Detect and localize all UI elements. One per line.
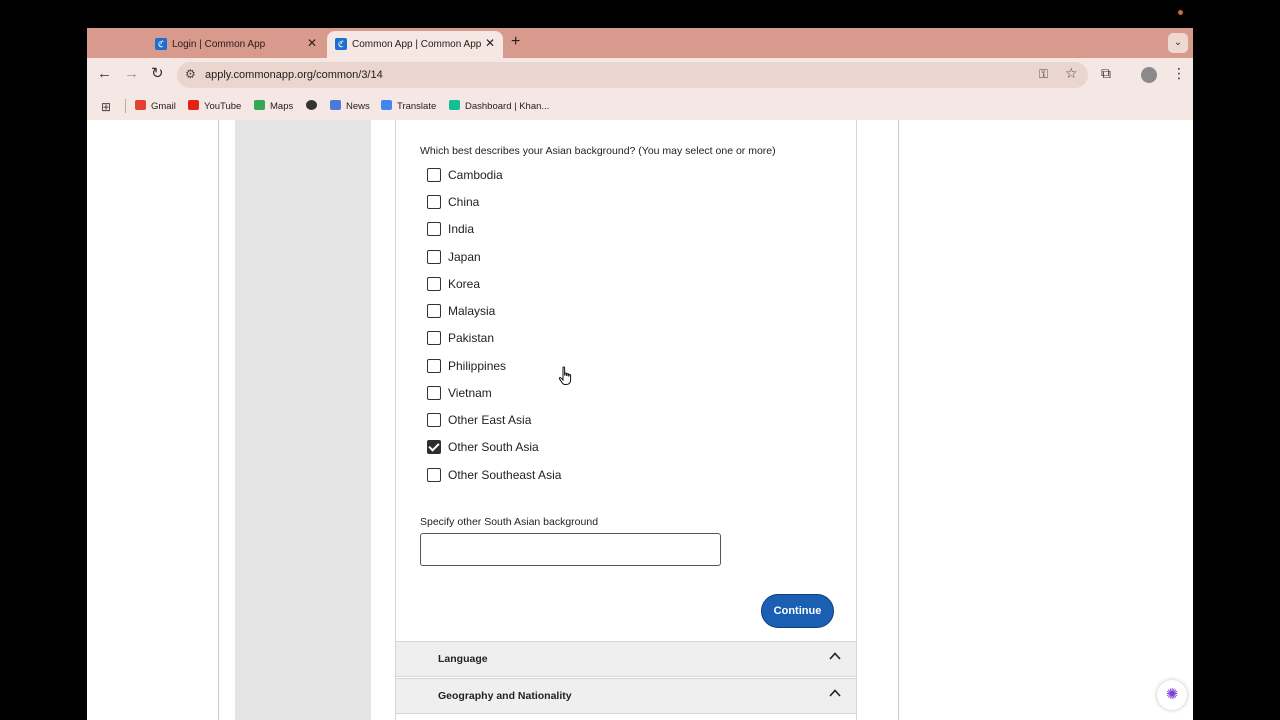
browser-toolbar: ← → ↻ ⚙ apply.commonapp.org/common/3/14 …: [87, 58, 1193, 92]
bookmarks-divider: [125, 99, 126, 113]
checkbox-unchecked[interactable]: [427, 468, 441, 482]
common-app-favicon-icon: ℭ: [155, 38, 167, 50]
youtube-icon: [188, 100, 199, 110]
checkbox-label[interactable]: Japan: [448, 250, 481, 264]
checkbox-checked[interactable]: [427, 440, 441, 454]
chevron-up-icon[interactable]: [829, 650, 841, 662]
checkbox-label[interactable]: Other South Asia: [448, 440, 539, 454]
checkbox-label[interactable]: Vietnam: [448, 386, 492, 400]
specify-label: Specify other South Asian background: [420, 516, 599, 528]
checkbox-unchecked[interactable]: [427, 195, 441, 209]
url-text[interactable]: apply.commonapp.org/common/3/14: [205, 69, 383, 81]
assistant-brain-icon[interactable]: ✺: [1157, 680, 1187, 710]
left-panel: [235, 120, 371, 720]
bookmark-khan[interactable]: Dashboard | Khan...: [449, 100, 549, 112]
tab-strip: ℭ Login | Common App ✕ ℭ Common App | Co…: [87, 28, 1193, 58]
checkbox-unchecked[interactable]: [427, 250, 441, 264]
form-card: Which best describes your Asian backgrou…: [395, 120, 857, 720]
chevron-up-icon[interactable]: [829, 687, 841, 699]
translate-icon: [381, 100, 392, 110]
checkbox-label[interactable]: India: [448, 222, 474, 236]
bookmark-label: YouTube: [204, 101, 242, 112]
close-tab-icon[interactable]: ✕: [307, 37, 317, 50]
password-key-icon[interactable]: ⚿: [1039, 67, 1048, 82]
checkbox-label[interactable]: Philippines: [448, 359, 506, 373]
checkbox-unchecked[interactable]: [427, 222, 441, 236]
khan-academy-icon: [449, 100, 460, 110]
reload-icon[interactable]: ↻: [151, 66, 164, 82]
browser-window: ℭ Login | Common App ✕ ℭ Common App | Co…: [87, 28, 1193, 720]
bookmark-maps[interactable]: Maps: [254, 100, 293, 112]
menu-kebab-icon[interactable]: ⋮: [1172, 65, 1186, 82]
maps-icon: [254, 100, 265, 110]
checkbox-label[interactable]: China: [448, 195, 479, 209]
checkbox-unchecked[interactable]: [427, 386, 441, 400]
tab-title: Login | Common App: [172, 39, 266, 50]
checkbox-unchecked[interactable]: [427, 331, 441, 345]
checkbox-label[interactable]: Malaysia: [448, 304, 495, 318]
bookmarks-bar: ⊞ Gmail YouTube Maps News Translate Dash…: [87, 92, 1193, 121]
section-geography[interactable]: Geography and Nationality: [396, 678, 856, 714]
checkbox-unchecked[interactable]: [427, 277, 441, 291]
profile-avatar[interactable]: [1141, 67, 1157, 83]
back-arrow-icon[interactable]: ←: [97, 66, 112, 82]
checkbox-label[interactable]: Other Southeast Asia: [448, 468, 561, 482]
forward-arrow-icon[interactable]: →: [124, 66, 139, 82]
asian-background-question: Which best describes your Asian backgrou…: [420, 145, 776, 157]
checkbox-label[interactable]: Other East Asia: [448, 413, 531, 427]
bookmark-label: Gmail: [151, 101, 176, 112]
bookmark-label: Dashboard | Khan...: [465, 101, 550, 112]
address-bar[interactable]: ⚙ apply.commonapp.org/common/3/14 ⚿ ☆: [177, 62, 1088, 88]
globe-icon: [306, 100, 317, 110]
hand-pointer-cursor-icon: [558, 366, 572, 385]
tab-common-app[interactable]: ℭ Common App | Common App ✕: [327, 31, 503, 58]
checkbox-unchecked[interactable]: [427, 304, 441, 318]
close-tab-icon[interactable]: ✕: [485, 37, 495, 50]
specify-south-asian-input[interactable]: [420, 533, 721, 566]
tab-title: Common App | Common App: [352, 39, 482, 50]
bookmark-globe[interactable]: [306, 100, 322, 112]
continue-button[interactable]: Continue: [761, 594, 834, 628]
page-content: Which best describes your Asian backgrou…: [87, 120, 1193, 720]
section-language[interactable]: Language: [396, 641, 856, 677]
section-title: Geography and Nationality: [438, 690, 572, 702]
new-tab-button[interactable]: +: [511, 34, 520, 50]
extensions-puzzle-icon[interactable]: ⧉: [1101, 65, 1111, 82]
checkbox-label[interactable]: Korea: [448, 277, 480, 291]
gmail-icon: [135, 100, 146, 110]
bookmark-label: Translate: [397, 101, 437, 112]
left-gutter: [218, 120, 235, 720]
bookmark-gmail[interactable]: Gmail: [135, 100, 176, 112]
checkbox-label[interactable]: Pakistan: [448, 331, 494, 345]
common-app-favicon-icon: ℭ: [335, 38, 347, 50]
checkbox-label[interactable]: Cambodia: [448, 168, 503, 182]
bookmark-youtube[interactable]: YouTube: [188, 100, 241, 112]
tab-search-chevron-icon[interactable]: ⌄: [1168, 33, 1188, 53]
bookmark-translate[interactable]: Translate: [381, 100, 436, 112]
site-settings-icon[interactable]: ⚙: [185, 67, 196, 81]
checkbox-unchecked[interactable]: [427, 359, 441, 373]
news-icon: [330, 100, 341, 110]
bookmark-label: Maps: [270, 101, 294, 112]
form-wrapper: Which best describes your Asian backgrou…: [371, 120, 882, 720]
checkbox-unchecked[interactable]: [427, 168, 441, 182]
apps-grid-icon[interactable]: ⊞: [101, 100, 111, 114]
tab-login[interactable]: ℭ Login | Common App ✕: [147, 31, 325, 58]
bookmark-news[interactable]: News: [330, 100, 370, 112]
section-title: Language: [438, 653, 488, 665]
bookmark-label: News: [346, 101, 370, 112]
right-gutter: [898, 120, 899, 720]
bookmark-star-icon[interactable]: ☆: [1065, 65, 1078, 82]
checkbox-unchecked[interactable]: [427, 413, 441, 427]
notification-dot: [1178, 10, 1183, 15]
